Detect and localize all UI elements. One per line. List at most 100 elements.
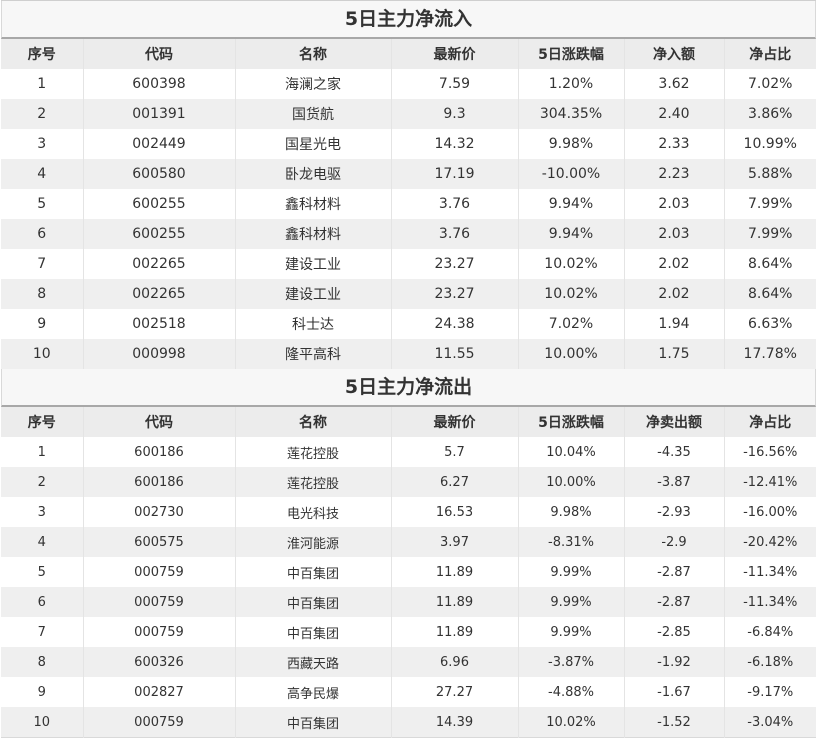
cell-change: 9.99% — [518, 587, 625, 617]
cell-name: 中百集团 — [235, 557, 392, 587]
cell-name: 电光科技 — [235, 497, 392, 527]
cell-net-amount: -4.35 — [624, 437, 725, 467]
cell-net-ratio: 8.64% — [724, 249, 816, 279]
cell-change: 9.94% — [518, 189, 625, 219]
cell-index: 6 — [1, 219, 84, 249]
cell-net-amount: -2.93 — [624, 497, 725, 527]
cell-net-amount: 1.94 — [624, 309, 725, 339]
cell-code: 000759 — [83, 707, 236, 738]
cell-net-ratio: -12.41% — [724, 467, 816, 497]
col-header-net-outflow: 净卖出额 — [624, 407, 725, 437]
cell-net-ratio: 17.78% — [724, 339, 816, 369]
cell-price: 7.59 — [391, 69, 519, 99]
cell-net-ratio: -20.42% — [724, 527, 816, 557]
cell-net-amount: 2.03 — [624, 189, 725, 219]
cell-price: 9.3 — [391, 99, 519, 129]
cell-price: 11.89 — [391, 557, 519, 587]
cell-net-ratio: 6.63% — [724, 309, 816, 339]
cell-price: 3.97 — [391, 527, 519, 557]
col-header-index: 序号 — [1, 407, 84, 437]
cell-code: 000759 — [83, 557, 236, 587]
cell-net-amount: -1.92 — [624, 647, 725, 677]
cell-price: 14.32 — [391, 129, 519, 159]
table-row: 2 001391 国货航 9.3 304.35% 2.40 3.86% — [1, 99, 816, 129]
cell-change: 10.02% — [518, 707, 625, 738]
cell-code: 000759 — [83, 587, 236, 617]
cell-name: 淮河能源 — [235, 527, 392, 557]
cell-net-ratio: -16.00% — [724, 497, 816, 527]
cell-change: 10.02% — [518, 249, 625, 279]
cell-index: 9 — [1, 309, 84, 339]
cell-change: 1.20% — [518, 69, 625, 99]
cell-net-ratio: 8.64% — [724, 279, 816, 309]
cell-code: 002827 — [83, 677, 236, 707]
cell-index: 3 — [1, 129, 84, 159]
cell-change: 10.04% — [518, 437, 625, 467]
cell-price: 23.27 — [391, 279, 519, 309]
cell-code: 600580 — [83, 159, 236, 189]
cell-index: 4 — [1, 159, 84, 189]
cell-net-amount: -3.87 — [624, 467, 725, 497]
cell-price: 24.38 — [391, 309, 519, 339]
cell-price: 6.27 — [391, 467, 519, 497]
cell-name: 建设工业 — [235, 249, 392, 279]
cell-net-ratio: -16.56% — [724, 437, 816, 467]
cell-change: 10.00% — [518, 467, 625, 497]
cell-index: 10 — [1, 339, 84, 369]
cell-index: 9 — [1, 677, 84, 707]
cell-net-amount: 2.40 — [624, 99, 725, 129]
inflow-title: 5日主力净流入 — [1, 1, 816, 39]
cell-net-ratio: -11.34% — [724, 587, 816, 617]
cell-index: 8 — [1, 279, 84, 309]
cell-index: 2 — [1, 467, 84, 497]
col-header-code: 代码 — [83, 407, 236, 437]
cell-code: 000759 — [83, 617, 236, 647]
cell-change: 9.99% — [518, 557, 625, 587]
cell-change: 9.94% — [518, 219, 625, 249]
cell-net-amount: 2.02 — [624, 279, 725, 309]
cell-price: 6.96 — [391, 647, 519, 677]
inflow-header-row: 序号 代码 名称 最新价 5日涨跌幅 净入额 净占比 — [1, 39, 816, 69]
table-row: 1 600186 莲花控股 5.7 10.04% -4.35 -16.56% — [1, 437, 816, 467]
cell-net-amount: 2.03 — [624, 219, 725, 249]
cell-change: -8.31% — [518, 527, 625, 557]
cell-net-ratio: -3.04% — [724, 707, 816, 738]
cell-change: 10.00% — [518, 339, 625, 369]
table-row: 9 002518 科士达 24.38 7.02% 1.94 6.63% — [1, 309, 816, 339]
col-header-price: 最新价 — [391, 407, 519, 437]
table-row: 10 000759 中百集团 14.39 10.02% -1.52 -3.04% — [1, 707, 816, 738]
cell-price: 3.76 — [391, 219, 519, 249]
cell-code: 001391 — [83, 99, 236, 129]
cell-price: 17.19 — [391, 159, 519, 189]
table-row: 6 600255 鑫科材料 3.76 9.94% 2.03 7.99% — [1, 219, 816, 249]
col-header-net-ratio: 净占比 — [724, 407, 816, 437]
cell-change: 9.98% — [518, 129, 625, 159]
table-row: 5 000759 中百集团 11.89 9.99% -2.87 -11.34% — [1, 557, 816, 587]
table-row: 5 600255 鑫科材料 3.76 9.94% 2.03 7.99% — [1, 189, 816, 219]
cell-price: 14.39 — [391, 707, 519, 738]
cell-net-ratio: 7.99% — [724, 189, 816, 219]
cell-change: 10.02% — [518, 279, 625, 309]
col-header-index: 序号 — [1, 39, 84, 69]
cell-net-amount: -2.87 — [624, 557, 725, 587]
cell-price: 5.7 — [391, 437, 519, 467]
cell-name: 中百集团 — [235, 617, 392, 647]
table-row: 9 002827 高争民爆 27.27 -4.88% -1.67 -9.17% — [1, 677, 816, 707]
cell-name: 高争民爆 — [235, 677, 392, 707]
cell-name: 西藏天路 — [235, 647, 392, 677]
table-row: 10 000998 隆平高科 11.55 10.00% 1.75 17.78% — [1, 339, 816, 369]
cell-net-ratio: -9.17% — [724, 677, 816, 707]
cell-net-ratio: 5.88% — [724, 159, 816, 189]
cell-code: 002265 — [83, 249, 236, 279]
table-row: 3 002730 电光科技 16.53 9.98% -2.93 -16.00% — [1, 497, 816, 527]
cell-name: 中百集团 — [235, 707, 392, 738]
cell-name: 国星光电 — [235, 129, 392, 159]
cell-name: 建设工业 — [235, 279, 392, 309]
cell-net-ratio: 10.99% — [724, 129, 816, 159]
cell-name: 卧龙电驱 — [235, 159, 392, 189]
cell-price: 16.53 — [391, 497, 519, 527]
table-row: 4 600580 卧龙电驱 17.19 -10.00% 2.23 5.88% — [1, 159, 816, 189]
cell-price: 23.27 — [391, 249, 519, 279]
table-row: 6 000759 中百集团 11.89 9.99% -2.87 -11.34% — [1, 587, 816, 617]
cell-index: 2 — [1, 99, 84, 129]
